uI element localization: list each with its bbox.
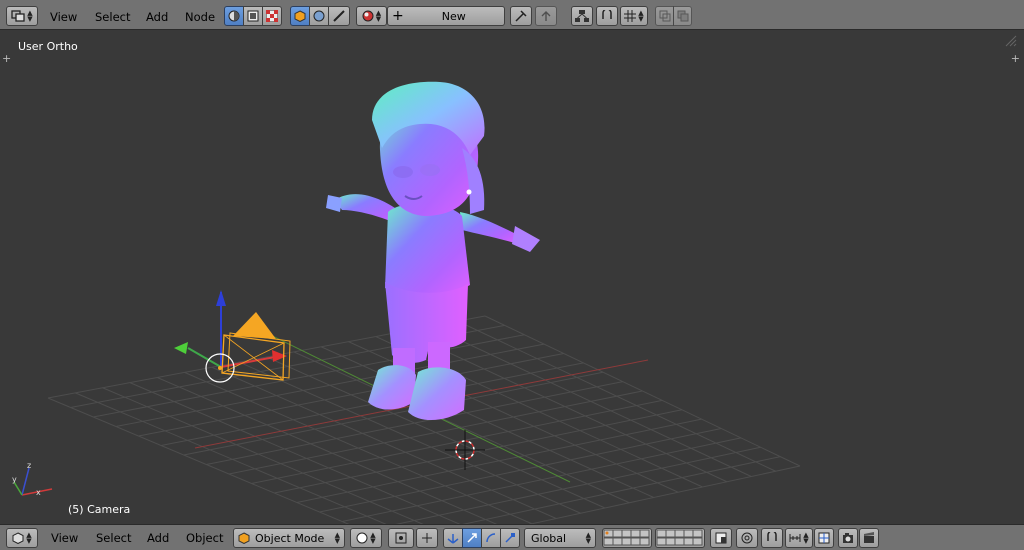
go-to-parent-button[interactable]: [535, 6, 557, 26]
node-tree-type-group: [224, 6, 282, 26]
camera-render-icon: [843, 533, 853, 543]
paste-nodes-button[interactable]: [673, 6, 692, 26]
cube-icon: [294, 10, 306, 22]
axis-orientation-gizmo: z y x: [12, 461, 53, 497]
editor-type-button-3d[interactable]: ▲ ▼: [6, 528, 38, 548]
pivot-point-selector[interactable]: [388, 528, 414, 548]
opengl-render-image-button[interactable]: [838, 528, 858, 548]
menu-view-3d[interactable]: View: [51, 528, 78, 548]
compositing-icon: [247, 10, 259, 22]
snap-element-selector[interactable]: ▲ ▼: [785, 528, 813, 548]
layer-lock-icon: [715, 532, 727, 544]
snap-grid-icon: [624, 10, 637, 22]
compositing-nodes-button[interactable]: [243, 6, 263, 26]
opengl-render-animation-button[interactable]: [859, 528, 879, 548]
object-shader-button[interactable]: [290, 6, 310, 26]
3d-cursor: [445, 430, 485, 470]
world-icon: [313, 10, 325, 22]
menu-add-3d[interactable]: Add: [147, 528, 169, 548]
3d-viewport[interactable]: User Ortho + + z y x (5) Camera: [0, 30, 1024, 524]
paste-icon: [677, 10, 688, 22]
texture-nodes-button[interactable]: [262, 6, 282, 26]
manipulator-icon: [447, 534, 459, 544]
menu-select[interactable]: Select: [95, 7, 130, 27]
scene-view: z y x: [12, 81, 801, 524]
layers-icon-2: [656, 529, 703, 546]
line-style-button[interactable]: [328, 6, 350, 26]
magnet-icon: [602, 10, 612, 19]
snap-target-button[interactable]: [814, 528, 834, 548]
editor-type-button[interactable]: ▲ ▼: [6, 6, 38, 26]
character-model: [326, 81, 540, 421]
scene-layers-grid-2[interactable]: [655, 528, 705, 548]
copy-nodes-button[interactable]: [655, 6, 674, 26]
shader-nodes-button[interactable]: [224, 6, 244, 26]
pin-button[interactable]: [510, 6, 532, 26]
solid-shading-icon: [356, 532, 368, 544]
svg-text:z: z: [27, 461, 31, 470]
snap-element-button[interactable]: ▲ ▼: [620, 6, 648, 26]
layer-lock-button[interactable]: [710, 528, 732, 548]
centers-icon: [422, 533, 432, 543]
svg-text:x: x: [36, 488, 41, 497]
menu-select-3d[interactable]: Select: [96, 528, 131, 548]
rotate-manipulator[interactable]: [481, 528, 501, 548]
3d-view-icon: [12, 532, 24, 544]
new-material-button[interactable]: + New: [387, 6, 505, 26]
manipulate-centers-button[interactable]: [416, 528, 438, 548]
camera-object: [174, 290, 291, 383]
active-object-label: (5) Camera: [68, 503, 131, 516]
snap-target-icon: [818, 532, 830, 544]
orientation-label: Global: [531, 531, 567, 545]
scene-layers-grid-1[interactable]: [602, 528, 652, 548]
transform-orientation-selector[interactable]: Global ▲ ▼: [524, 528, 596, 548]
translate-arrow-icon: [467, 533, 477, 543]
node-tree-icon: [575, 10, 589, 22]
new-button-label: New: [441, 9, 466, 23]
scale-icon: [505, 533, 515, 543]
clapperboard-icon: [864, 532, 874, 543]
copy-icon: [659, 10, 670, 22]
shader-sphere-icon: [228, 10, 240, 22]
manipulator-toggle[interactable]: [443, 528, 463, 548]
snap-increment-icon: [789, 534, 801, 542]
pin-icon: [515, 10, 527, 22]
proportional-icon: [741, 532, 753, 544]
brush-icon: [333, 10, 345, 22]
menu-add[interactable]: Add: [146, 7, 168, 27]
mode-label: Object Mode: [255, 531, 325, 545]
parent-arrow-icon: [541, 11, 551, 21]
snap-toggle-button[interactable]: [596, 6, 618, 26]
clipboard-group: [655, 6, 692, 26]
editor-type-icon: [11, 10, 25, 22]
magnet-icon-3d: [767, 532, 777, 541]
object-mode-cube-icon: [238, 532, 250, 544]
translate-manipulator[interactable]: [462, 528, 482, 548]
mode-selector[interactable]: Object Mode ▲ ▼: [233, 528, 345, 548]
backdrop-button[interactable]: [571, 6, 593, 26]
scale-manipulator[interactable]: [500, 528, 520, 548]
world-shader-button[interactable]: [309, 6, 329, 26]
menu-node[interactable]: Node: [185, 7, 215, 27]
material-sphere-icon: [362, 10, 374, 22]
proportional-editing-button[interactable]: [736, 528, 758, 548]
checker-texture-icon: [266, 10, 278, 22]
transform-manipulator-group: [443, 528, 520, 548]
3d-view-header: ▲ ▼ View Select Add Object Object Mode ▲ ▼…: [0, 524, 1024, 550]
snap-toggle-button-3d[interactable]: [761, 528, 783, 548]
menu-object[interactable]: Object: [186, 528, 223, 548]
layers-icon: [603, 529, 650, 546]
pivot-icon: [395, 532, 407, 544]
rotate-arc-icon: [486, 533, 496, 543]
material-browse-button[interactable]: ▲ ▼: [356, 6, 387, 26]
node-editor-header: ▲ ▼ View Select Add Node ▲ ▼ + New ▲ ▼: [0, 0, 1024, 30]
shader-type-group: [290, 6, 350, 26]
svg-text:y: y: [12, 475, 17, 484]
plus-icon: +: [392, 8, 404, 24]
viewport-shading-selector[interactable]: ▲ ▼: [350, 528, 382, 548]
menu-view[interactable]: View: [50, 7, 77, 27]
